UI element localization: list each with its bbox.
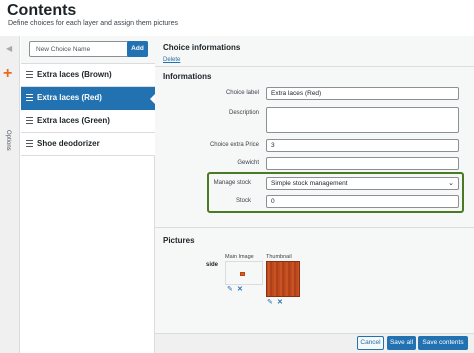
main-image-label: Main Image [225, 254, 254, 260]
pencil-icon[interactable]: ✎ [227, 286, 233, 293]
side-label: side [206, 262, 219, 268]
extra-price-label: Choice extra Price [209, 142, 259, 148]
choice-label-field[interactable]: Extra laces (Red) [266, 87, 459, 100]
list-item-label: Extra laces (Green) [37, 116, 110, 125]
list-item-label: Shoe deodorizer [37, 139, 100, 148]
modal-header: Contents Define choices for each layer a… [0, 0, 474, 36]
extra-price-field[interactable]: 3 [266, 139, 459, 152]
drag-handle-icon[interactable] [26, 71, 33, 78]
stock-highlight-box [207, 172, 464, 213]
modal-subtitle: Define choices for each layer and assign… [8, 20, 179, 27]
cancel-button[interactable]: Cancel [357, 336, 384, 350]
choice-label-label: Choice label [225, 90, 259, 96]
thumbnail-preview[interactable] [266, 261, 300, 297]
x-icon[interactable]: ✕ [237, 286, 243, 293]
divider [155, 227, 474, 228]
list-item[interactable]: Extra laces (Brown) [21, 64, 155, 87]
x-icon[interactable]: ✕ [277, 299, 283, 306]
list-item[interactable]: Shoe deodorizer [21, 133, 155, 156]
drag-handle-icon[interactable] [26, 140, 33, 147]
save-all-button[interactable]: Save all [387, 336, 416, 350]
list-item-label: Extra laces (Brown) [37, 70, 112, 79]
thumbnail-label: Thumbnail [266, 254, 292, 260]
choices-list-panel: Add Extra laces (Brown) Extra laces (Red… [21, 36, 156, 353]
drag-handle-icon[interactable] [26, 94, 33, 101]
save-contents-button[interactable]: Save contents [418, 336, 468, 350]
modal-title: Contents [7, 2, 77, 19]
modal-footer: Cancel Save all Save contents [155, 333, 474, 353]
drag-handle-icon[interactable] [26, 117, 33, 124]
main-image-preview[interactable] [225, 261, 263, 285]
plus-icon[interactable]: + [3, 66, 12, 82]
list-item[interactable]: Extra laces (Red) [21, 87, 156, 110]
weight-field[interactable] [266, 157, 459, 170]
choice-details-panel: Choice informations Delete Informations … [155, 36, 474, 333]
description-field[interactable] [266, 107, 459, 133]
divider [155, 66, 474, 67]
choice-info-title: Choice informations [163, 43, 241, 52]
options-tab[interactable]: Options [5, 130, 11, 151]
pencil-icon[interactable]: ✎ [267, 299, 273, 306]
informations-title: Informations [163, 72, 212, 81]
add-choice-button[interactable]: Add [127, 41, 148, 57]
list-item[interactable]: Extra laces (Green) [21, 110, 155, 133]
main-image-thumb [240, 272, 245, 276]
description-label: Description [228, 110, 259, 116]
weight-label: Gewicht [237, 160, 259, 166]
left-triangle-icon[interactable]: ◀ [6, 44, 12, 53]
new-choice-row: Add [21, 36, 155, 64]
list-item-label: Extra laces (Red) [37, 93, 102, 102]
delete-link[interactable]: Delete [163, 57, 180, 63]
options-rail: ◀ + Options [0, 36, 20, 353]
pictures-title: Pictures [163, 236, 195, 245]
